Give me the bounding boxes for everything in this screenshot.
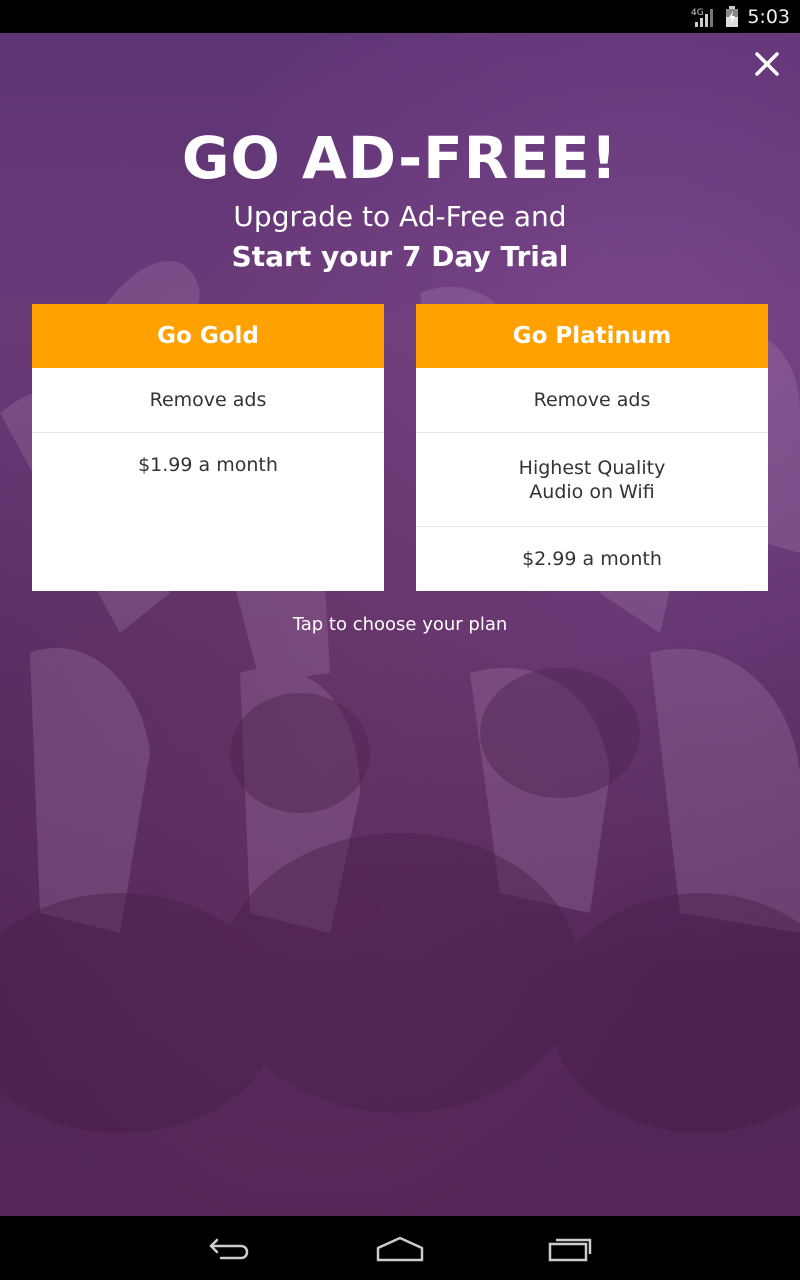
- screen: 4G 5:03 GO AD-FREE! Upgrade to Ad-Free a…: [0, 0, 800, 1280]
- plan-price: $1.99 a month: [138, 454, 278, 476]
- recents-button[interactable]: [530, 1223, 610, 1273]
- page-title: GO AD-FREE!: [181, 124, 619, 192]
- back-icon: [209, 1238, 249, 1260]
- plan-price: $2.99 a month: [522, 548, 662, 570]
- plan-card-platinum[interactable]: Go Platinum Remove ads Highest Quality A…: [416, 304, 768, 591]
- status-bar: 4G 5:03: [0, 0, 800, 33]
- signal-icon: 4G: [691, 6, 717, 28]
- close-icon: [755, 52, 779, 76]
- home-button[interactable]: [360, 1223, 440, 1273]
- back-button[interactable]: [190, 1223, 270, 1273]
- plan-hint: Tap to choose your plan: [292, 614, 508, 635]
- plan-title: Go Platinum: [416, 304, 768, 368]
- plan-feature: Remove ads: [416, 368, 768, 433]
- navigation-bar: [0, 1216, 800, 1280]
- status-time: 5:03: [747, 5, 790, 28]
- close-button[interactable]: [748, 45, 786, 83]
- plan-title: Go Gold: [32, 304, 384, 368]
- plan-card-gold[interactable]: Go Gold Remove ads $1.99 a month: [32, 304, 384, 591]
- home-icon: [376, 1236, 424, 1262]
- plan-feature: Highest Quality Audio on Wifi: [416, 433, 768, 527]
- subtitle: Upgrade to Ad-Free and: [233, 200, 567, 233]
- trial-subtitle: Start your 7 Day Trial: [231, 240, 569, 273]
- recents-icon: [548, 1238, 592, 1262]
- plan-feature: Remove ads: [32, 368, 384, 433]
- battery-icon: [725, 5, 739, 28]
- network-label: 4G: [691, 8, 704, 18]
